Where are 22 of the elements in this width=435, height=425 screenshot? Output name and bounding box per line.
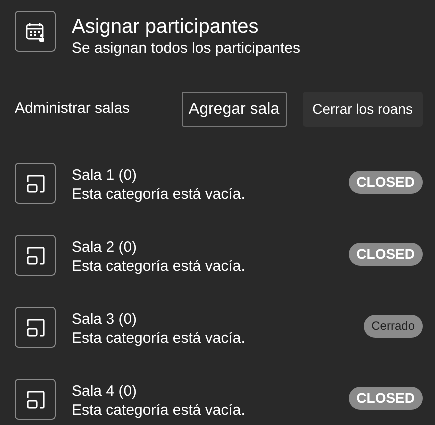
- status-badge: CLOSED: [348, 387, 423, 410]
- close-rooms-button[interactable]: Cerrar los roans: [302, 92, 423, 127]
- room-description: Esta categoría está vacía.: [72, 329, 246, 349]
- header-title: Asignar participantes: [72, 15, 260, 39]
- room-name: Sala 1 (0): [72, 166, 138, 185]
- room-description: Esta categoría está vacía.: [72, 185, 246, 205]
- status-badge: Cerrado: [364, 315, 423, 338]
- room-name: Sala 3 (0): [72, 310, 138, 329]
- room-description: Esta categoría está vacía.: [72, 257, 246, 277]
- calendar-people-icon: [24, 20, 46, 42]
- room-icon: [24, 172, 46, 194]
- status-badge: CLOSED: [348, 171, 423, 194]
- add-room-button[interactable]: Agregar sala: [182, 92, 287, 127]
- room-description: Esta categoría está vacía.: [72, 401, 246, 421]
- room-icon: [24, 388, 46, 410]
- room-name: Sala 4 (0): [72, 382, 138, 401]
- room-icon: [24, 244, 46, 266]
- room-icon: [24, 316, 46, 338]
- section-label: Administrar salas: [15, 99, 130, 120]
- header-subtitle: Se asignan todos los participantes: [72, 39, 300, 58]
- status-badge: CLOSED: [348, 243, 423, 266]
- room-name: Sala 2 (0): [72, 238, 138, 257]
